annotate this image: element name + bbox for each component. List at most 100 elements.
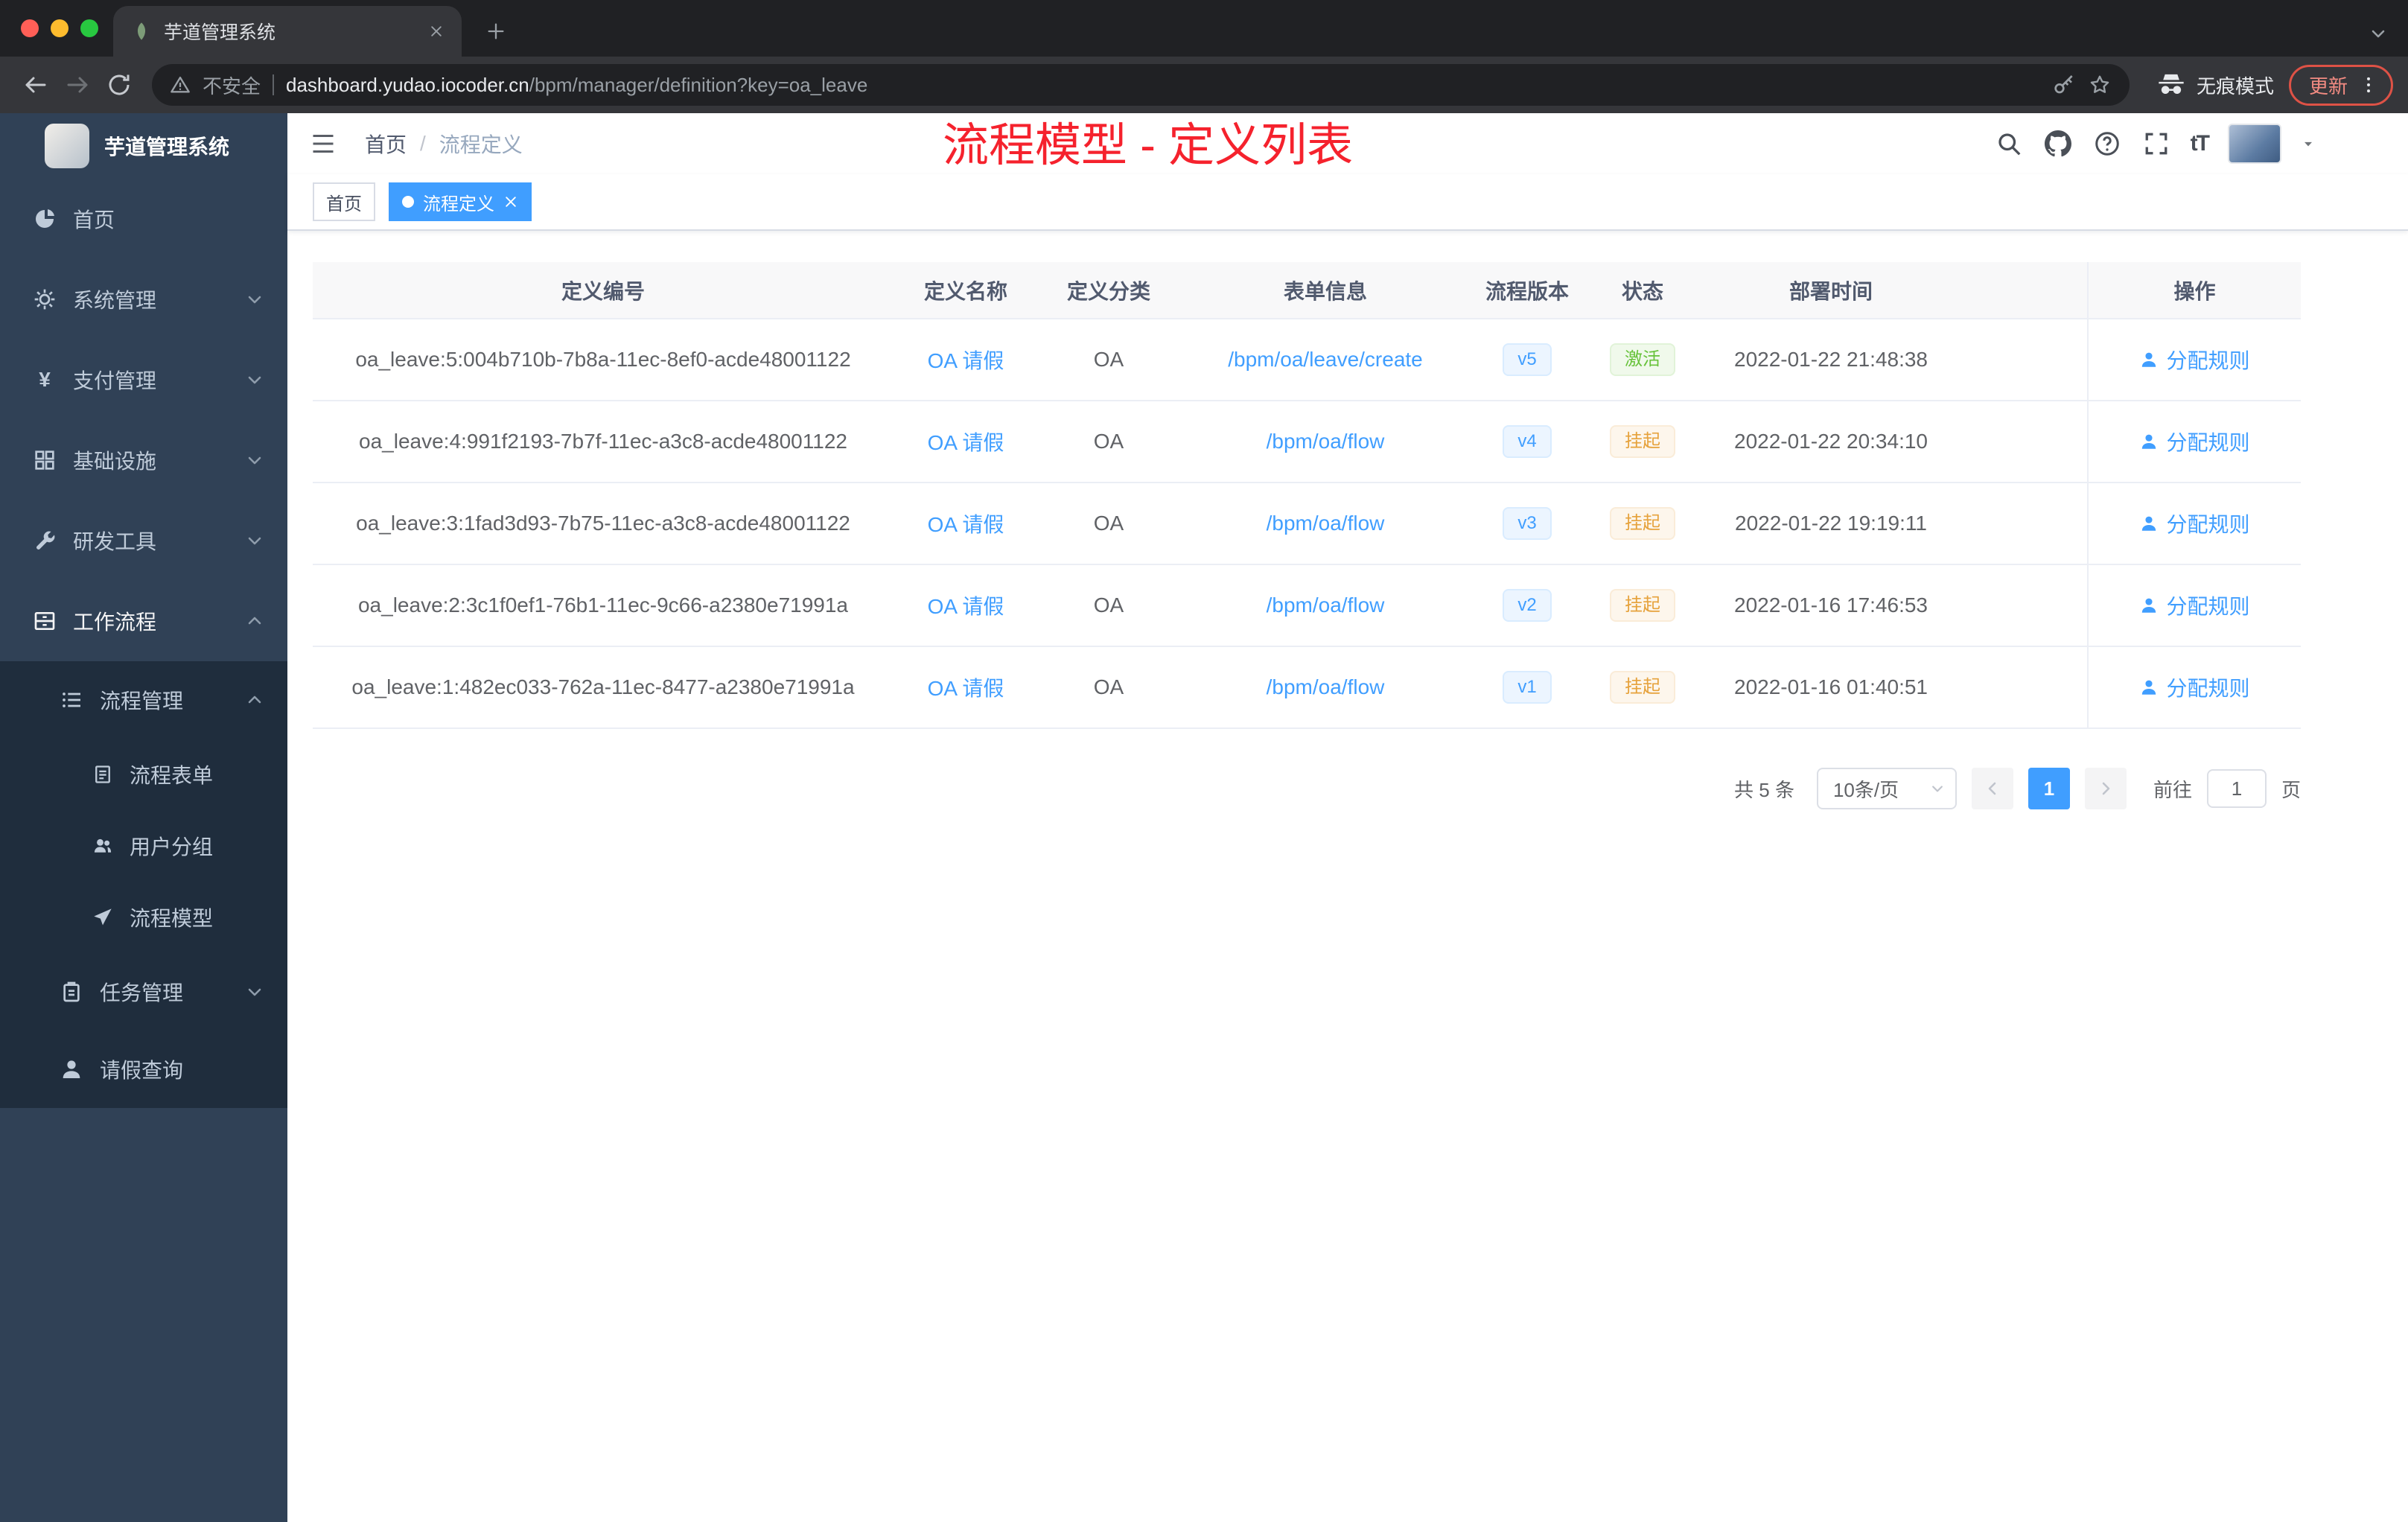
sidebar-item-process-management[interactable]: 流程管理 <box>0 661 287 739</box>
cell-deploy-time: 2022-01-16 01:40:51 <box>1702 646 1960 729</box>
form-info-link[interactable]: /bpm/oa/flow <box>1267 512 1385 535</box>
sidebar-item-label: 研发工具 <box>73 530 157 553</box>
assign-rule-link[interactable]: 分配规则 <box>2139 672 2250 702</box>
sidebar-item-workflow[interactable]: 工作流程 <box>0 581 287 661</box>
sidebar-item-leave-query[interactable]: 请假查询 <box>0 1031 287 1108</box>
table-row: oa_leave:4:991f2193-7b7f-11ec-a3c8-acde4… <box>313 401 2301 483</box>
assign-rule-link[interactable]: 分配规则 <box>2139 509 2250 538</box>
column-deploy-time: 部署时间 <box>1702 262 1960 319</box>
form-info-link[interactable]: /bpm/oa/flow <box>1267 593 1385 617</box>
search-icon[interactable] <box>1994 129 2024 159</box>
sidebar-item-process-form[interactable]: 流程表单 <box>0 739 287 810</box>
password-key-icon[interactable] <box>2052 73 2076 97</box>
tab-close-icon[interactable] <box>423 18 450 45</box>
definition-name-link[interactable]: OA 请假 <box>928 349 1004 372</box>
definition-name-link[interactable]: OA 请假 <box>928 595 1004 618</box>
dashboard-icon <box>33 207 57 231</box>
sidebar-item-label: 工作流程 <box>73 611 157 634</box>
browser-menu-kebab-icon[interactable] <box>2358 74 2379 95</box>
navbar-actions: tT <box>1994 124 2316 164</box>
sidebar-toggle-icon[interactable] <box>305 126 341 162</box>
page-content: 定义编号 定义名称 定义分类 表单信息 流程版本 状态 部署时间 操作 oa_l… <box>287 231 2408 809</box>
chevron-up-icon <box>246 691 264 709</box>
sidebar-item-system-management[interactable]: 系统管理 <box>0 259 287 340</box>
definition-name-link[interactable]: OA 请假 <box>928 677 1004 700</box>
definition-name-link[interactable]: OA 请假 <box>928 431 1004 454</box>
next-page-button[interactable] <box>2084 768 2127 809</box>
cell-deploy-time: 2022-01-22 21:48:38 <box>1702 319 1960 401</box>
github-icon[interactable] <box>2043 129 2073 159</box>
assign-rule-label: 分配规则 <box>2166 513 2250 536</box>
assign-rule-label: 分配规则 <box>2166 595 2250 618</box>
sidebar-brand: 芋道管理系统 <box>0 113 287 179</box>
assign-rule-link[interactable]: 分配规则 <box>2139 590 2250 620</box>
font-size-icon[interactable]: tT <box>2191 131 2210 156</box>
new-tab-button[interactable] <box>477 12 515 51</box>
user-avatar[interactable] <box>2228 124 2281 164</box>
column-status: 状态 <box>1583 262 1702 319</box>
incognito-label: 无痕模式 <box>2196 74 2274 98</box>
version-badge: v3 <box>1503 507 1552 540</box>
column-definition-id: 定义编号 <box>313 262 894 319</box>
window-minimize-button[interactable] <box>51 19 69 37</box>
cell-deploy-time: 2022-01-16 17:46:53 <box>1702 564 1960 647</box>
form-info-link[interactable]: /bpm/oa/flow <box>1267 675 1385 698</box>
avatar-caret-down-icon[interactable] <box>2301 136 2316 151</box>
sidebar-item-home[interactable]: 首页 <box>0 179 287 259</box>
goto-page-input[interactable] <box>2206 769 2267 808</box>
tab-search-chevron-icon[interactable] <box>2369 18 2387 45</box>
sidebar-item-task-management[interactable]: 任务管理 <box>0 953 287 1031</box>
prev-page-button[interactable] <box>1971 768 2013 809</box>
browser-update-button[interactable]: 更新 <box>2288 64 2393 106</box>
cell-filler <box>1960 401 2088 483</box>
window-close-button[interactable] <box>21 19 39 37</box>
forward-button[interactable] <box>57 64 98 106</box>
form-info-link[interactable]: /bpm/oa/flow <box>1267 430 1385 453</box>
address-bar[interactable]: 不安全 dashboard.yudao.iocoder.cn/bpm/manag… <box>152 64 2130 106</box>
bookmark-star-icon[interactable] <box>2088 73 2112 97</box>
back-button[interactable] <box>15 64 57 106</box>
security-label[interactable]: 不安全 <box>203 71 261 99</box>
person-icon <box>2139 596 2159 615</box>
omnibox-divider <box>273 74 275 95</box>
chevron-down-icon <box>246 371 264 389</box>
document-icon <box>92 764 113 785</box>
fullscreen-icon[interactable] <box>2141 129 2171 159</box>
version-badge: v2 <box>1503 589 1552 622</box>
tag-process-definition[interactable]: 流程定义 <box>389 182 532 221</box>
page-size-select[interactable]: 10条/页 <box>1816 768 1957 809</box>
assign-rule-link[interactable]: 分配规则 <box>2139 345 2250 375</box>
clipboard-icon <box>60 980 83 1004</box>
assign-rule-link[interactable]: 分配规则 <box>2139 427 2250 456</box>
sidebar-item-process-model[interactable]: 流程模型 <box>0 882 287 953</box>
table-header-row: 定义编号 定义名称 定义分类 表单信息 流程版本 状态 部署时间 操作 <box>313 262 2301 319</box>
window-zoom-button[interactable] <box>80 19 98 37</box>
help-question-icon[interactable] <box>2092 129 2122 159</box>
definition-name-link[interactable]: OA 请假 <box>928 513 1004 536</box>
column-filler <box>1960 262 2088 319</box>
tag-home[interactable]: 首页 <box>313 182 375 221</box>
chevron-down-icon <box>246 532 264 550</box>
breadcrumb-home[interactable]: 首页 <box>365 129 407 159</box>
breadcrumb-current: 流程定义 <box>439 133 523 156</box>
tag-close-icon[interactable] <box>503 194 518 209</box>
chevron-down-icon <box>246 983 264 1001</box>
page-unit-label: 页 <box>2281 778 2301 801</box>
form-info-link[interactable]: /bpm/oa/leave/create <box>1228 348 1423 371</box>
update-label: 更新 <box>2308 74 2348 98</box>
current-page-button[interactable]: 1 <box>2028 768 2070 809</box>
tag-label: 流程定义 <box>423 194 494 214</box>
sidebar-item-infrastructure[interactable]: 基础设施 <box>0 420 287 500</box>
sidebar-item-dev-tools[interactable]: 研发工具 <box>0 500 287 581</box>
brand-name: 芋道管理系统 <box>104 136 230 159</box>
sidebar-item-payment-management[interactable]: ¥ 支付管理 <box>0 340 287 420</box>
list-icon <box>60 688 83 712</box>
brand-logo-avatar <box>45 124 89 168</box>
definitions-table: 定义编号 定义名称 定义分类 表单信息 流程版本 状态 部署时间 操作 oa_l… <box>313 262 2301 729</box>
browser-tab[interactable]: 芋道管理系统 <box>113 6 462 57</box>
assign-rule-label: 分配规则 <box>2166 431 2250 454</box>
sidebar-item-user-group[interactable]: 用户分组 <box>0 810 287 882</box>
chevron-down-icon <box>246 451 264 469</box>
refresh-button[interactable] <box>98 64 140 106</box>
tab-title: 芋道管理系统 <box>164 22 276 43</box>
